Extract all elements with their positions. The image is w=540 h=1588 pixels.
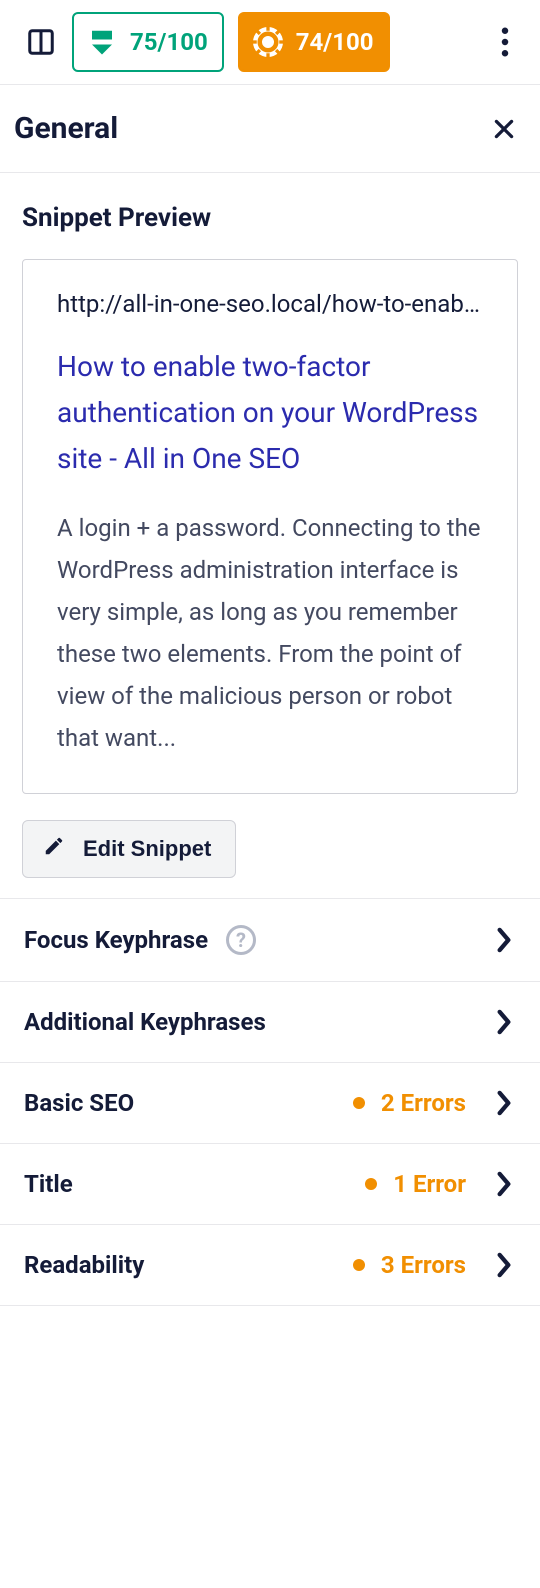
chevron-right-icon [492,928,516,952]
row-readability[interactable]: Readability 3 Errors [0,1225,540,1306]
row-label: Additional Keyphrases [24,1008,266,1036]
chevron-right-icon [492,1172,516,1196]
seo-sections-list: Focus Keyphrase ? Additional Keyphrases … [0,898,540,1306]
readability-score-icon [250,24,286,60]
chevron-right-icon [492,1010,516,1034]
seo-score-pill[interactable]: 75/100 [72,12,224,72]
panel-title: General [14,111,118,146]
row-additional-keyphrases[interactable]: Additional Keyphrases [0,982,540,1063]
readability-score-value: 74/100 [296,28,374,56]
panel-header: General [0,85,540,173]
chevron-right-icon [492,1253,516,1277]
status-text: 2 Errors [381,1089,466,1117]
row-title[interactable]: Title 1 Error [0,1144,540,1225]
snippet-preview-box: http://all-in-one-seo.local/how-to-enabl… [22,259,518,794]
edit-snippet-label: Edit Snippet [83,836,211,862]
status-text: 1 Error [393,1170,466,1198]
sidebar-toggle-button[interactable] [24,25,58,59]
row-focus-keyphrase[interactable]: Focus Keyphrase ? [0,899,540,982]
snippet-preview-heading: Snippet Preview [22,203,518,233]
readability-score-pill[interactable]: 74/100 [238,12,390,72]
seo-score-icon [84,24,120,60]
seo-score-value: 75/100 [130,28,208,56]
row-label: Readability [24,1251,144,1279]
snippet-preview-section: Snippet Preview http://all-in-one-seo.lo… [0,173,540,898]
help-icon[interactable]: ? [226,925,256,955]
top-toolbar: 75/100 74/100 [0,0,540,85]
row-label: Title [24,1170,73,1198]
chevron-right-icon [492,1091,516,1115]
more-options-button[interactable] [490,22,520,62]
status-text: 3 Errors [381,1251,466,1279]
status-dot-icon [353,1259,365,1271]
snippet-title: How to enable two-factor authentication … [57,344,483,483]
snippet-description: A login + a password. Connecting to the … [57,507,483,759]
close-panel-button[interactable] [490,115,518,143]
pencil-icon [43,835,65,863]
row-basic-seo[interactable]: Basic SEO 2 Errors [0,1063,540,1144]
snippet-url: http://all-in-one-seo.local/how-to-enabl… [57,290,483,318]
edit-snippet-button[interactable]: Edit Snippet [22,820,236,878]
status-dot-icon [365,1178,377,1190]
row-label: Focus Keyphrase [24,926,208,954]
row-label: Basic SEO [24,1089,134,1117]
status-dot-icon [353,1097,365,1109]
